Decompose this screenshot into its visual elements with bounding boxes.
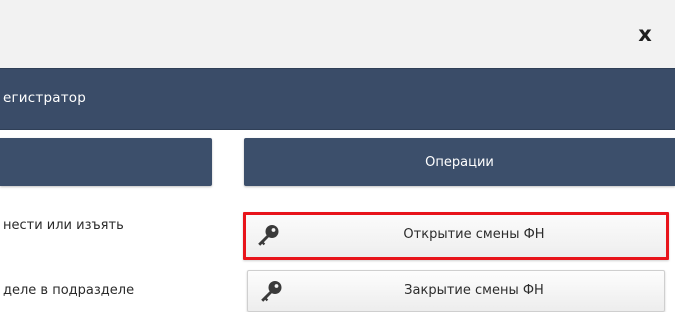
operations-column-header: Операции [244, 138, 675, 186]
window-title-bar: егистратор [0, 68, 675, 130]
operation-label: Открытие смены ФН [403, 227, 545, 242]
window-title: егистратор [3, 90, 86, 106]
left-list-item[interactable]: деле в подразделе [3, 283, 134, 298]
close-button[interactable]: x [630, 20, 660, 48]
close-shift-button[interactable]: Закрытие смены ФН [247, 270, 665, 312]
open-shift-button[interactable]: Открытие смены ФН [243, 212, 669, 260]
operation-label: Закрытие смены ФН [404, 283, 544, 298]
left-column-header [0, 138, 212, 186]
left-list-item[interactable]: нести или изъять [3, 218, 124, 233]
window-top-bar [0, 0, 675, 68]
